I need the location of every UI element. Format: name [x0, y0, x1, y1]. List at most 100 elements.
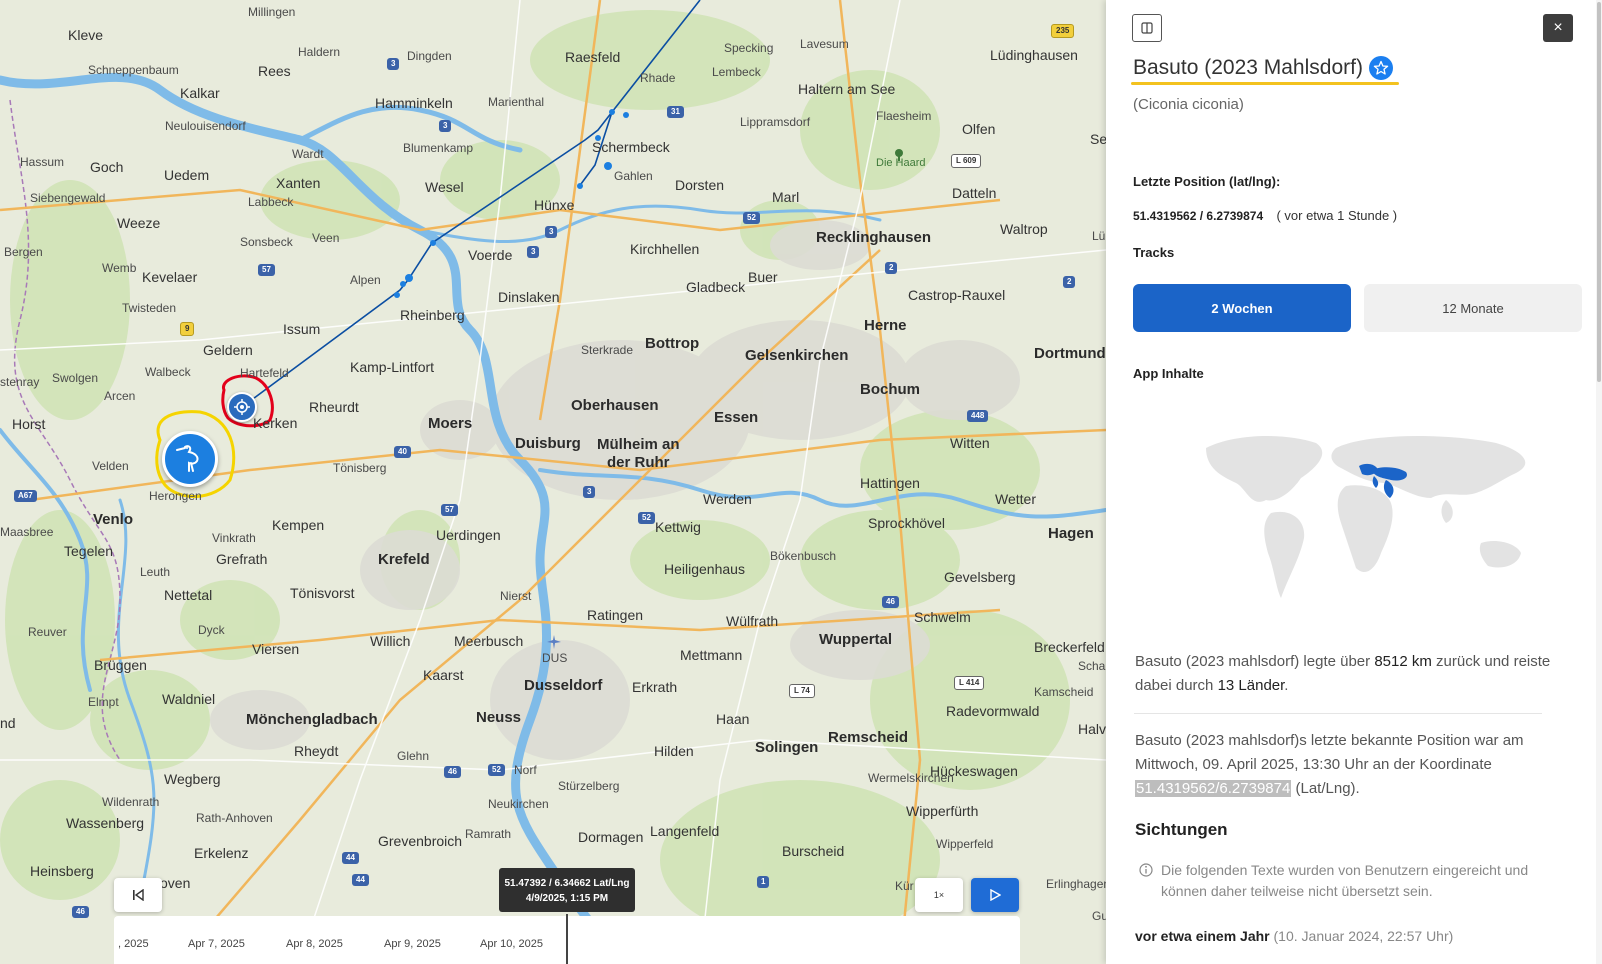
place-label-wesel: Wesel [425, 179, 464, 195]
road-shield-s52a: 52 [743, 212, 760, 224]
place-label-gladbeck: Gladbeck [686, 279, 746, 295]
road-shield-s3b: 3 [439, 120, 452, 132]
place-label-schermbeck: Schermbeck [592, 139, 670, 155]
tooltip-datetime: 4/9/2025, 1:15 PM [525, 893, 609, 904]
rewind-button[interactable] [114, 878, 162, 912]
track-12-months-button[interactable]: 12 Monate [1364, 284, 1582, 332]
animal-detail-panel: × Basuto (2023 Mahlsdorf) (Ciconia cicon… [1106, 0, 1602, 964]
place-label-herne: Herne [864, 317, 907, 334]
road-shield-s46a: 46 [882, 596, 899, 608]
place-label-herongen: Herongen [149, 489, 202, 503]
road-shield-sL609: L 609 [951, 154, 982, 168]
airport-icon [547, 634, 561, 649]
track-2-weeks-button[interactable]: 2 Wochen [1133, 284, 1351, 332]
sidebar-toggle-icon [1141, 22, 1153, 34]
place-label-brueggen: Brüggen [94, 657, 147, 673]
place-label-ratingen: Ratingen [587, 607, 644, 623]
place-label-halver: Halver [1078, 721, 1106, 737]
place-label-duisburg: Duisburg [515, 435, 581, 452]
place-label-horst: Horst [12, 416, 46, 432]
place-label-lavesum: Lavesum [800, 37, 849, 51]
place-label-elmpt: Elmpt [88, 695, 119, 709]
place-label-waldniel: Waldniel [162, 691, 216, 707]
place-label-neulouisendorf: Neulouisendorf [165, 119, 246, 133]
place-label-moenchengladbach: Mönchengladbach [246, 711, 378, 728]
position-tooltip: 51.47392 / 6.34662 Lat/Lng 4/9/2025, 1:1… [499, 868, 635, 912]
place-label-grefrath: Grefrath [216, 551, 268, 567]
panel-scrollbar[interactable] [1596, 0, 1602, 964]
place-label-raesfeld: Raesfeld [565, 49, 621, 65]
place-label-bottrop: Bottrop [645, 335, 700, 352]
road-shield-sA67: A67 [14, 490, 37, 502]
summary-text-3: . [1284, 677, 1289, 694]
map-base-layer [0, 0, 1106, 964]
place-label-kaarst: Kaarst [423, 667, 464, 683]
animal-name: Basuto (2023 Mahlsdorf) [1133, 56, 1363, 79]
place-label-flaesheim: Flaesheim [876, 109, 932, 123]
species-name: (Ciconia ciconia) [1133, 96, 1244, 113]
place-label-erlinghagen: Erlinghagen [1046, 877, 1106, 891]
place-label-geldern: Geldern [203, 342, 253, 358]
place-label-buer: Buer [748, 269, 778, 285]
place-label-grevenbroich: Grevenbroich [378, 833, 463, 849]
place-label-hattingen: Hattingen [860, 475, 920, 491]
forest-icon [894, 146, 904, 161]
place-label-uerdingen: Uerdingen [436, 527, 501, 543]
place-label-huenxe: Hünxe [534, 197, 575, 213]
sighting-entry: vor etwa einem Jahr (10. Januar 2024, 22… [1135, 928, 1453, 944]
timeline-tick-label: , 2025 [118, 938, 149, 950]
place-label-voerde: Voerde [468, 247, 513, 263]
place-label-lue: Lü [1092, 229, 1106, 243]
place-label-viersen: Viersen [252, 641, 300, 657]
road-shield-s46b: 46 [444, 766, 461, 778]
place-label-kuer: Kür [895, 879, 914, 893]
place-label-tegelen: Tegelen [64, 543, 114, 559]
place-label-twisteden: Twisteden [122, 301, 177, 315]
last-known-text-2: (Lat/Lng). [1291, 780, 1360, 797]
place-label-veen: Veen [312, 231, 340, 245]
road-shield-s57b: 57 [441, 504, 458, 516]
place-label-walbeck: Walbeck [145, 365, 191, 379]
place-label-heinsberg: Heinsberg [30, 863, 94, 879]
place-label-boekenbusch: Bökenbusch [770, 549, 837, 563]
road-shield-s46c: 46 [72, 906, 89, 918]
place-label-wuelfrath: Wülfrath [726, 613, 779, 629]
place-label-castroprauxel: Castrop-Rauxel [908, 287, 1006, 303]
place-label-krefeld: Krefeld [378, 551, 430, 568]
play-icon [990, 889, 1001, 901]
place-label-wassenberg: Wassenberg [66, 815, 145, 831]
last-position-row: 51.4319562 / 6.2739874 ( vor etwa 1 Stun… [1133, 208, 1397, 223]
place-label-kirchhellen: Kirchhellen [630, 241, 700, 257]
place-label-wemb: Wemb [102, 261, 137, 275]
timeline-tick-label: Apr 9, 2025 [384, 938, 441, 950]
map-canvas[interactable]: Kleve Millingen Schneppenbaum Haldern Rees Di… [0, 0, 1106, 964]
place-label-datteln: Datteln [952, 185, 997, 201]
last-position-label: Letzte Position (lat/lng): [1133, 174, 1281, 189]
place-label-blumenkamp: Blumenkamp [403, 141, 474, 155]
last-position-coords: 51.4319562 / 6.2739874 [1133, 209, 1264, 223]
close-button[interactable]: × [1543, 14, 1573, 42]
place-label-bochum: Bochum [860, 381, 920, 398]
play-button[interactable] [971, 878, 1019, 912]
sidebar-toggle-button[interactable] [1132, 14, 1162, 42]
place-label-hamminkeln: Hamminkeln [375, 95, 453, 111]
sighting-date: (10. Januar 2024, 22:57 Uhr) [1273, 928, 1454, 944]
place-label-dortmund: Dortmund [1034, 345, 1106, 362]
scrollbar-thumb[interactable] [1597, 2, 1601, 382]
place-label-remscheid: Remscheid [828, 729, 909, 746]
place-label-nd: nd [0, 715, 16, 731]
stork-position-marker[interactable] [162, 431, 218, 487]
place-label-lembeck: Lembeck [712, 65, 761, 79]
road-shield-s9: 9 [180, 322, 195, 336]
place-label-swolgen: Swolgen [52, 371, 99, 385]
timeline-cursor[interactable] [566, 914, 568, 964]
place-label-rathkeloelen: Rath-Anhoven [196, 811, 273, 825]
place-label-duesseldorf: Dusseldorf [524, 677, 603, 694]
place-label-schneppenbaum: Schneppenbaum [88, 63, 179, 77]
place-label-wardt: Wardt [292, 147, 324, 161]
last-known-coords: 51.4319562/6.2739874 [1135, 780, 1292, 797]
place-label-dingden: Dingden [407, 49, 452, 63]
place-label-leuth: Leuth [140, 565, 171, 579]
speed-button[interactable]: 1× [915, 878, 963, 912]
place-label-meerbusch: Meerbusch [454, 633, 524, 649]
